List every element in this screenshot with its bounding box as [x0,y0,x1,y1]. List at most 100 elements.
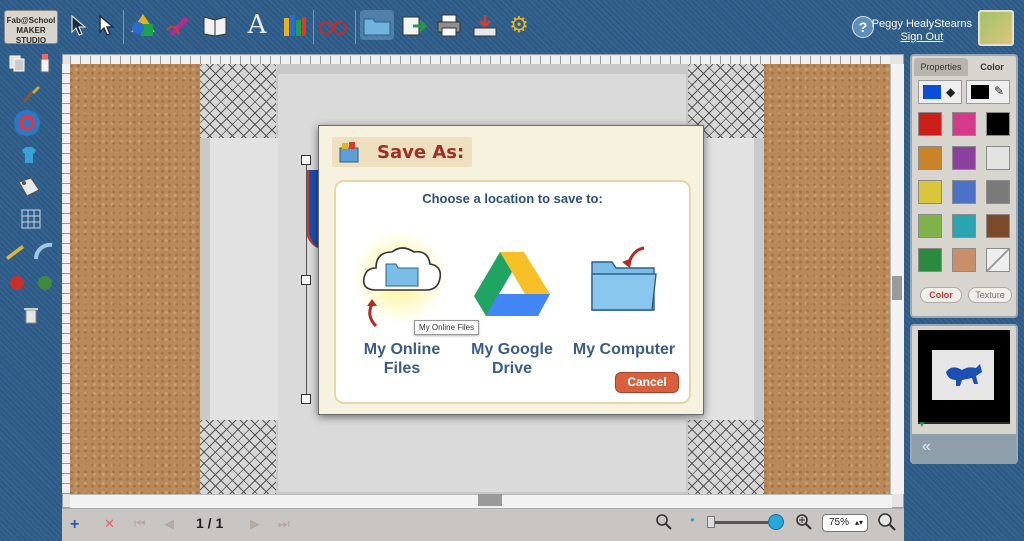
color-swatch-green[interactable] [918,248,942,272]
dialog-prompt: Choose a location to save to: [422,191,603,206]
library-icon[interactable] [280,10,310,40]
color-swatch-gray[interactable] [986,180,1010,204]
ruler-icon[interactable] [2,238,28,264]
option-google-drive-line1: My Google [471,341,553,358]
pen-icon[interactable] [164,10,194,40]
hatch-corner [200,64,276,138]
grid-icon[interactable] [18,206,44,232]
shirt-icon[interactable] [16,142,42,168]
corkboard-left [70,64,200,494]
book-icon[interactable] [200,10,230,40]
direct-select-icon[interactable] [92,10,122,40]
option-google-drive-line2: Drive [491,360,533,377]
fill-color-selector[interactable]: ◆ [918,80,962,104]
zoom-min-dot: ● [690,515,695,524]
undo-icon[interactable] [4,270,30,296]
selection-handle[interactable] [301,275,311,285]
stroke-color-selector[interactable]: ✎ [966,80,1010,104]
red-arrow-icon [364,296,388,328]
preview-marker-icon: ▼ [918,420,926,429]
selection-handle[interactable] [301,394,311,404]
color-swatch-yellow[interactable] [918,180,942,204]
option-my-computer[interactable]: My Computer [566,340,682,359]
horizontal-scroll-thumb[interactable] [478,494,502,506]
send-to-cutter-icon[interactable] [470,10,500,40]
color-swatch-red[interactable] [918,112,942,136]
computer-folder-icon[interactable] [590,244,660,312]
fill-bucket-icon: ◆ [946,85,956,99]
tab-properties[interactable]: Properties [914,58,968,76]
logo-line1: Fab@School [6,16,56,25]
help-button[interactable]: ? [852,16,874,38]
dialog-title: Save As: [377,142,465,163]
zoom-out-icon[interactable] [656,514,672,533]
first-page-icon[interactable]: ⏮ [134,516,146,532]
horizontal-ruler [70,56,890,64]
texture-pill[interactable]: Texture [968,287,1012,303]
color-swatch-tan[interactable] [952,248,976,272]
duplicate-icon[interactable] [4,50,30,76]
delete-page-icon[interactable]: ✕ [104,516,115,532]
color-swatch-lime[interactable] [918,214,942,238]
color-swatch-brown[interactable] [986,214,1010,238]
color-swatch-teal[interactable] [952,214,976,238]
option-online-files[interactable]: My Online Files [352,340,452,378]
zoom-slider-track[interactable] [708,521,768,524]
import-icon[interactable] [398,10,428,40]
zoom-fit-icon[interactable] [878,513,896,534]
chevron-updown-icon: ▴▾ [854,518,863,527]
text-icon[interactable]: A [242,10,272,40]
settings-icon[interactable]: ⚙ [504,10,534,40]
prev-page-icon[interactable]: ◀ [164,516,174,532]
stroke-color-chip [971,85,989,99]
toolbar-separator [355,10,356,44]
option-online-files-line2: Files [383,360,421,377]
redo-icon[interactable] [32,270,58,296]
color-swatch-none[interactable] [986,248,1010,272]
toolbar-separator [313,10,314,44]
page-preview-panel: ▼ « [910,324,1018,464]
color-swatch-pink[interactable] [952,112,976,136]
color-swatch-purple[interactable] [952,146,976,170]
cancel-button[interactable]: Cancel [615,372,679,393]
zoom-slider-handle[interactable] [707,516,715,528]
selection-handle[interactable] [301,155,311,165]
protractor-icon[interactable] [32,238,58,264]
collapse-panel-icon[interactable]: « [922,438,931,456]
color-swatch-blue[interactable] [952,180,976,204]
zoom-value: 75% [829,517,850,528]
hatch-corner [688,420,764,494]
shapes-icon[interactable] [128,10,158,40]
print-icon[interactable] [434,10,464,40]
preview-scrollbar [918,422,1010,424]
vertical-scroll-thumb[interactable] [892,276,902,300]
brush-icon[interactable] [18,80,44,106]
user-name: Peggy HealyStearns [871,18,972,30]
rotate-icon[interactable] [14,110,40,136]
tag-icon[interactable] [16,174,42,200]
sign-out-link[interactable]: Sign Out [872,31,972,44]
zoom-select[interactable]: 75% ▴▾ [822,514,868,532]
add-page-icon[interactable]: + [70,516,79,534]
glasses-icon[interactable] [318,10,348,40]
option-google-drive[interactable]: My Google Drive [462,340,562,378]
save-box-icon [336,139,362,165]
preview-thumbnail[interactable] [932,350,994,400]
color-swatch-orange[interactable] [918,146,942,170]
page-indicator: 1 / 1 [196,515,224,531]
glue-icon[interactable] [32,50,58,76]
pencil-icon: ✎ [994,84,1005,98]
hatch-corner [200,420,276,494]
next-page-icon[interactable]: ▶ [250,516,260,532]
color-pill[interactable]: Color [920,287,962,303]
avatar[interactable] [978,10,1014,46]
color-swatch-black[interactable] [986,112,1010,136]
zoom-in-icon[interactable] [796,514,812,533]
folder-icon[interactable] [360,10,394,40]
last-page-icon[interactable]: ⏭ [278,516,290,532]
tab-color[interactable]: Color [970,58,1014,76]
color-swatch-white[interactable] [986,146,1010,170]
trash-icon[interactable] [18,302,44,328]
google-drive-icon[interactable] [472,250,552,318]
select-arrow-icon[interactable] [64,10,94,40]
